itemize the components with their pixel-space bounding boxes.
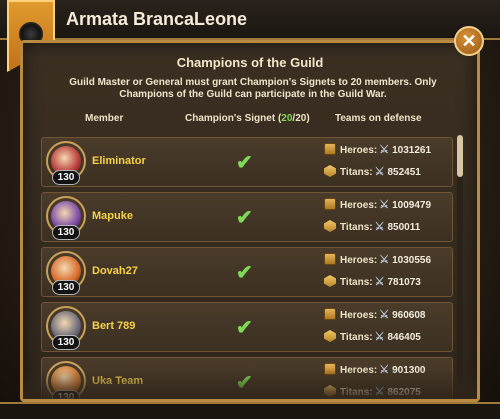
header-teams: Teams on defense bbox=[335, 113, 422, 124]
member-name[interactable]: Eliminator bbox=[92, 155, 146, 167]
titans-power: Titans: ⚔ 846405 bbox=[324, 330, 421, 344]
sword-icon: ⚔ bbox=[374, 386, 385, 398]
level-badge: 130 bbox=[52, 335, 80, 350]
member-row[interactable]: 130 Bert 789 ✔ Heroes: ⚔ 960608 Titans: ⚔ 84… bbox=[41, 302, 453, 352]
heroes-value: 960608 bbox=[392, 310, 426, 321]
titans-icon bbox=[324, 220, 336, 232]
signet-check-icon: ✔ bbox=[236, 317, 253, 339]
titans-power: Titans: ⚔ 850011 bbox=[324, 220, 420, 234]
sword-icon: ⚔ bbox=[379, 144, 390, 156]
scroll-thumb[interactable] bbox=[457, 135, 463, 177]
member-name[interactable]: Mapuke bbox=[92, 210, 133, 222]
titans-power: Titans: ⚔ 781073 bbox=[324, 275, 421, 289]
titans-icon bbox=[324, 165, 336, 177]
close-button[interactable]: ✕ bbox=[454, 26, 484, 56]
heroes-icon bbox=[324, 363, 336, 375]
titans-power: Titans: ⚔ 852451 bbox=[324, 165, 421, 179]
sword-icon: ⚔ bbox=[374, 276, 385, 288]
heroes-value: 1030556 bbox=[392, 255, 432, 266]
heroes-value: 901300 bbox=[392, 365, 426, 376]
heroes-power: Heroes: ⚔ 1009479 bbox=[324, 198, 431, 212]
heroes-value: 1031261 bbox=[392, 145, 432, 156]
signet-check-icon: ✔ bbox=[236, 262, 253, 284]
level-badge: 130 bbox=[52, 170, 80, 185]
member-name[interactable]: Dovah27 bbox=[92, 265, 138, 277]
titans-value: 850011 bbox=[387, 222, 421, 233]
level-badge: 130 bbox=[52, 390, 80, 399]
heroes-icon bbox=[324, 198, 336, 210]
member-row[interactable]: 130 Mapuke ✔ Heroes: ⚔ 1009479 Titans: ⚔ 850… bbox=[41, 192, 453, 242]
champions-panel: Champions of the Guild Guild Master or G… bbox=[20, 40, 480, 402]
member-name[interactable]: Uka Team bbox=[92, 375, 143, 387]
sword-icon: ⚔ bbox=[379, 199, 390, 211]
heroes-icon bbox=[324, 253, 336, 265]
guild-name: Armata BrancaLeone bbox=[66, 9, 248, 29]
sword-icon: ⚔ bbox=[379, 254, 390, 266]
titans-power: Titans: ⚔ 862075 bbox=[324, 385, 421, 399]
sword-icon: ⚔ bbox=[374, 331, 385, 343]
bottom-edge bbox=[0, 402, 500, 419]
sword-icon: ⚔ bbox=[374, 166, 385, 178]
heroes-icon bbox=[324, 143, 336, 155]
member-row[interactable]: 130 Eliminator ✔ Heroes: ⚔ 1031261 Titans:… bbox=[41, 137, 453, 187]
member-name[interactable]: Bert 789 bbox=[92, 320, 135, 332]
panel-description: Guild Master or General must grant Champ… bbox=[69, 77, 437, 100]
header-signet: Champion's Signet (20/20) bbox=[185, 113, 310, 124]
heroes-value: 1009479 bbox=[392, 200, 432, 211]
titans-value: 852451 bbox=[387, 167, 421, 178]
heroes-power: Heroes: ⚔ 1031261 bbox=[324, 143, 431, 157]
sword-icon: ⚔ bbox=[379, 309, 390, 321]
header-member: Member bbox=[85, 113, 124, 124]
titans-icon bbox=[324, 330, 336, 342]
heroes-power: Heroes: ⚔ 1030556 bbox=[324, 253, 431, 267]
title-bar: Armata BrancaLeone bbox=[0, 0, 500, 40]
sword-icon: ⚔ bbox=[379, 364, 390, 376]
signet-count: 20 bbox=[281, 113, 293, 124]
signet-check-icon: ✔ bbox=[236, 372, 253, 394]
sword-icon: ⚔ bbox=[374, 221, 385, 233]
titans-value: 781073 bbox=[387, 277, 421, 288]
titans-value: 846405 bbox=[387, 332, 421, 343]
scrollbar[interactable] bbox=[457, 135, 463, 395]
titans-value: 862075 bbox=[387, 387, 421, 398]
heroes-icon bbox=[324, 308, 336, 320]
signet-total: 20 bbox=[295, 113, 307, 124]
titans-icon bbox=[324, 385, 336, 397]
level-badge: 130 bbox=[52, 280, 80, 295]
member-row[interactable]: 130 Uka Team ✔ Heroes: ⚔ 901300 Titans: ⚔ 86… bbox=[41, 357, 453, 399]
level-badge: 130 bbox=[52, 225, 80, 240]
titans-icon bbox=[324, 275, 336, 287]
signet-check-icon: ✔ bbox=[236, 207, 253, 229]
signet-check-icon: ✔ bbox=[236, 152, 253, 174]
heroes-power: Heroes: ⚔ 901300 bbox=[324, 363, 426, 377]
member-row[interactable]: 130 Dovah27 ✔ Heroes: ⚔ 1030556 Titans: ⚔ 78… bbox=[41, 247, 453, 297]
panel-title: Champions of the Guild bbox=[176, 55, 324, 70]
heroes-power: Heroes: ⚔ 960608 bbox=[324, 308, 426, 322]
